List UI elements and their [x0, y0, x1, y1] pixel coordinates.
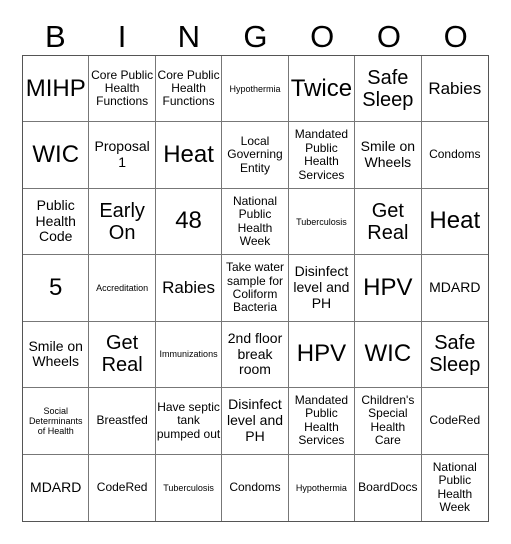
bingo-cell[interactable]: 2nd floor break room	[222, 321, 289, 389]
bingo-cell[interactable]: Tuberculosis	[288, 188, 356, 256]
bingo-cell[interactable]: HPV	[355, 255, 422, 322]
bingo-cell[interactable]: Disinfect level and PH	[288, 255, 356, 322]
bingo-cell[interactable]: Rabies	[155, 255, 223, 322]
bingo-cell[interactable]: Disinfect level and PH	[222, 388, 289, 455]
bingo-cell[interactable]: Mandated Public Health Services	[288, 122, 356, 189]
bingo-cell[interactable]: Core Public Health Functions	[89, 56, 156, 123]
header-letter: O	[376, 18, 401, 54]
bingo-cell[interactable]: MDARD	[23, 454, 90, 521]
bingo-cell[interactable]: MIHP	[23, 56, 90, 123]
bingo-cell[interactable]: CodeRed	[421, 388, 488, 455]
header-letter: O	[443, 18, 468, 54]
header-letter: N	[177, 18, 200, 54]
bingo-cell[interactable]: Breastfed	[89, 388, 156, 455]
bingo-cell[interactable]: Get Real	[89, 321, 156, 389]
header-letter: O	[310, 18, 335, 54]
bingo-cell[interactable]: WIC	[355, 321, 422, 389]
bingo-cell[interactable]: Heat	[155, 122, 223, 189]
bingo-cell[interactable]: MDARD	[421, 255, 488, 322]
bingo-cell[interactable]: Social Determinants of Health	[23, 388, 90, 455]
header-letter: G	[243, 18, 268, 54]
bingo-cell[interactable]: National Public Health Week	[222, 188, 289, 256]
bingo-cell[interactable]: Hypothermia	[289, 454, 356, 521]
bingo-cell[interactable]: Rabies	[421, 56, 488, 123]
header-letter: I	[117, 18, 127, 54]
bingo-cell[interactable]: National Public Health Week	[422, 455, 488, 521]
bingo-cell[interactable]: Immunizations	[155, 321, 223, 389]
bingo-cell[interactable]: Proposal 1	[89, 122, 156, 189]
bingo-cell[interactable]: HPV	[288, 321, 356, 389]
bingo-cell[interactable]: Get Real	[355, 188, 422, 256]
bingo-header: B I N G O O O	[22, 16, 489, 56]
bingo-cell[interactable]: Tuberculosis	[156, 454, 223, 521]
bingo-cell[interactable]: Local Governing Entity	[222, 122, 289, 189]
bingo-cell[interactable]: 5	[23, 255, 90, 322]
bingo-cell[interactable]: Twice	[288, 56, 356, 123]
bingo-cell[interactable]: Children's Special Health Care	[355, 388, 422, 455]
bingo-cell[interactable]: Accreditation	[89, 255, 156, 322]
bingo-cell[interactable]: Have septic tank pumped out	[155, 388, 223, 455]
bingo-cell[interactable]: Smile on Wheels	[355, 122, 422, 189]
bingo-cell[interactable]: Public Health Code	[23, 188, 90, 256]
bingo-cell[interactable]: Heat	[421, 189, 488, 256]
bingo-cell[interactable]: CodeRed	[89, 454, 156, 521]
bingo-cell[interactable]: WIC	[23, 122, 90, 189]
bingo-cell[interactable]: Early On	[89, 188, 156, 256]
bingo-cell[interactable]: Safe Sleep	[421, 322, 488, 389]
bingo-cell[interactable]: Hypothermia	[222, 56, 289, 123]
bingo-cell[interactable]: Mandated Public Health Services	[288, 388, 356, 455]
bingo-board: MIHP Core Public Health Functions Core Pub…	[22, 55, 489, 522]
bingo-cell[interactable]: Smile on Wheels	[23, 321, 90, 389]
header-letter: B	[45, 18, 66, 54]
bingo-cell[interactable]: Condoms	[421, 122, 488, 189]
bingo-cell[interactable]: Take water sample for Coliform Bacteria	[222, 255, 289, 322]
bingo-cell[interactable]: Core Public Health Functions	[155, 56, 223, 123]
bingo-cell[interactable]: BoardDocs	[355, 454, 422, 521]
bingo-cell[interactable]: Safe Sleep	[355, 56, 422, 123]
bingo-cell[interactable]: Condoms	[222, 454, 289, 521]
bingo-cell[interactable]: 48	[155, 188, 223, 256]
